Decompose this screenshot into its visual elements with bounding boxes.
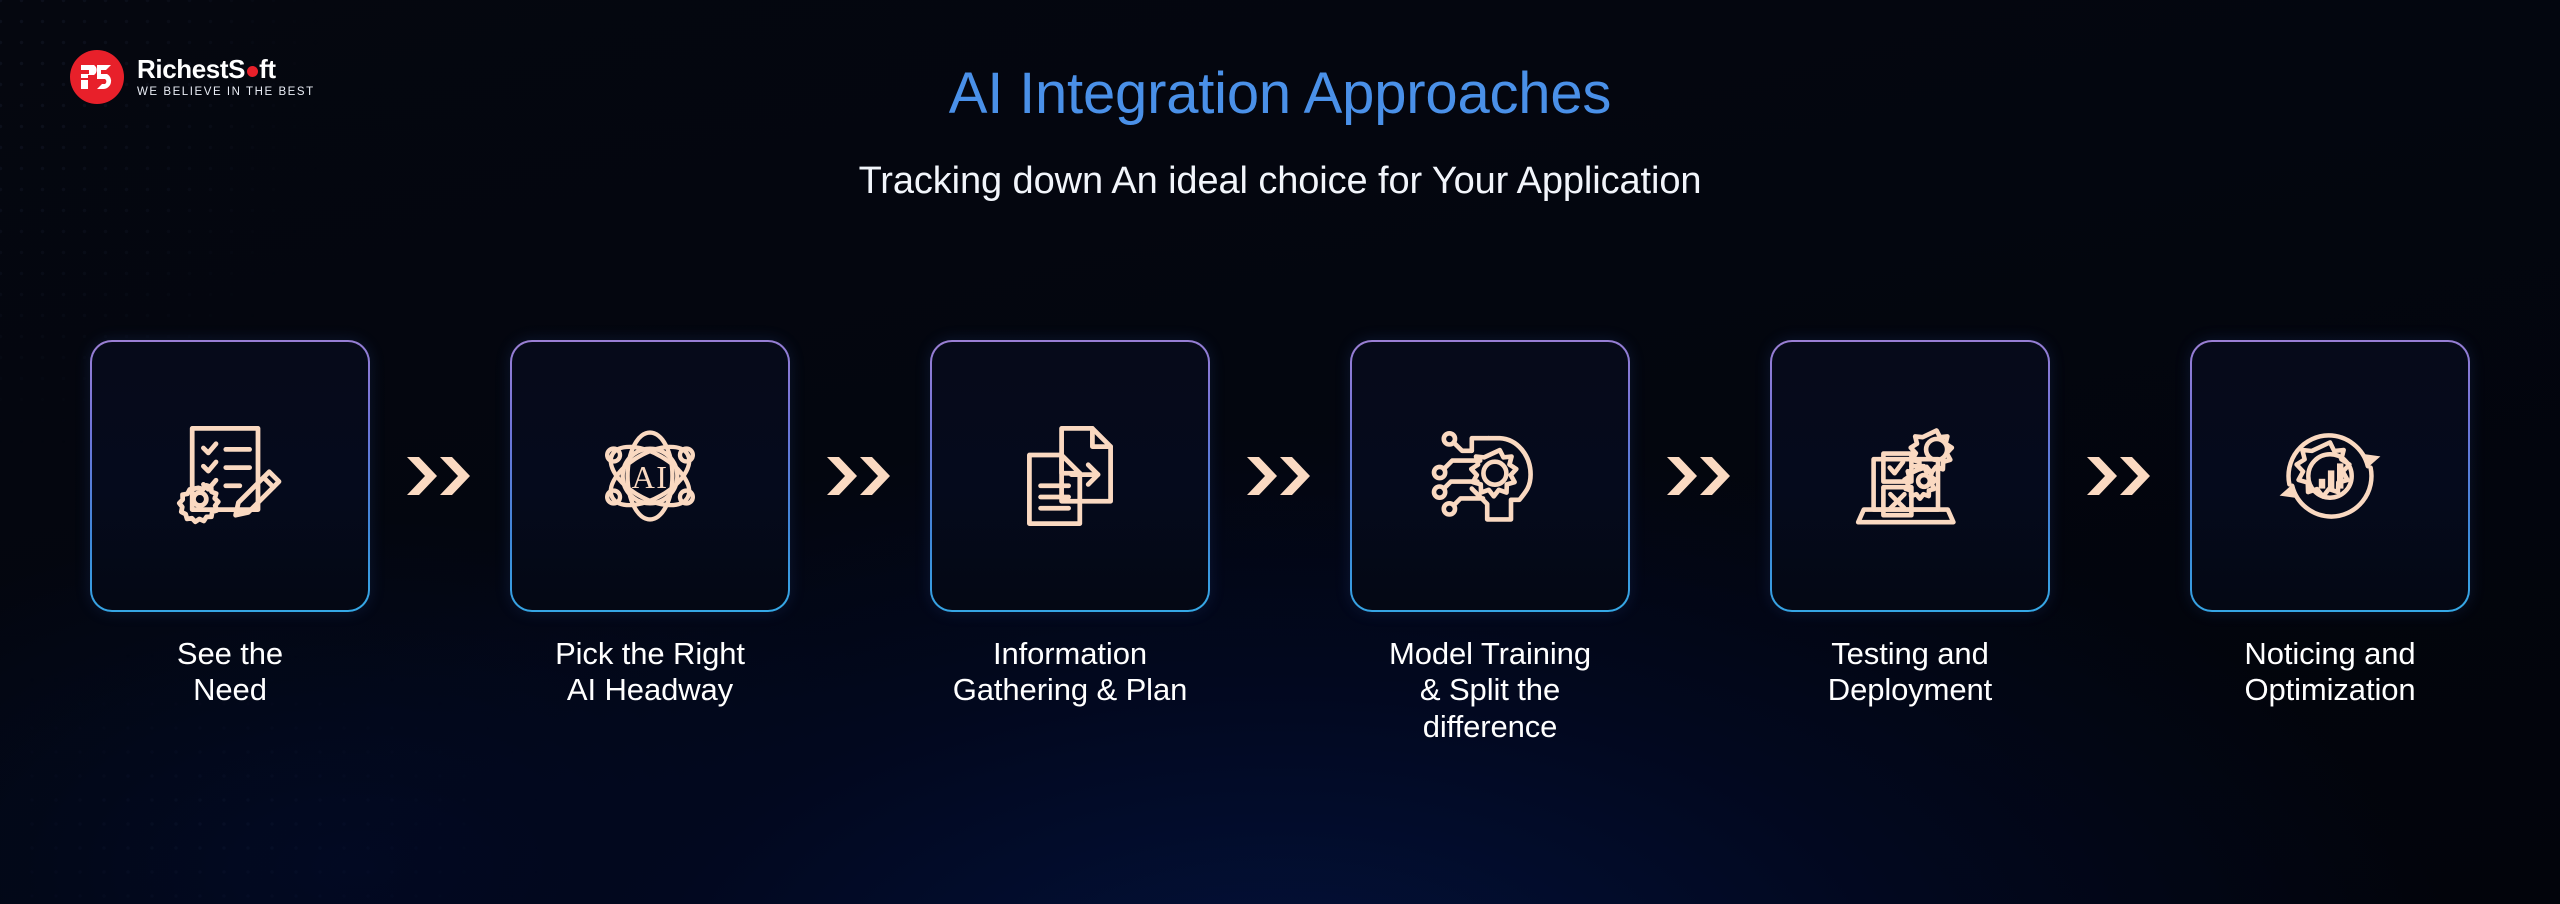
step-card-inner: AI xyxy=(512,342,788,610)
step-see-the-need[interactable]: See the Need xyxy=(90,340,370,709)
step-card[interactable] xyxy=(2190,340,2470,612)
process-steps-row: See the Need AI Pick the Right AI Headwa… xyxy=(0,340,2560,745)
step-label: Information Gathering & Plan xyxy=(952,636,1188,708)
chevron-pair xyxy=(2087,457,2150,495)
step-label: Pick the Right AI Headway xyxy=(555,636,745,708)
step-card[interactable]: AI xyxy=(510,340,790,612)
double-chevron-3-icon xyxy=(1210,340,1350,612)
step-card-inner xyxy=(932,342,1208,610)
head-gear-circuit-icon xyxy=(1431,430,1533,522)
double-chevron-4-icon xyxy=(1630,340,1770,612)
step-card[interactable] xyxy=(1770,340,2050,612)
laptop-test-gears-icon xyxy=(1855,428,1956,525)
step-model-training-and-split-the-difference[interactable]: Model Training & Split the difference xyxy=(1350,340,1630,745)
infographic-canvas: RichestS ft WE BELIEVE IN THE BEST AI Int… xyxy=(0,0,2560,904)
page-subtitle: Tracking down An ideal choice for Your A… xyxy=(858,160,1702,202)
step-card-inner xyxy=(1352,342,1628,610)
documents-transfer-icon xyxy=(1027,426,1113,526)
step-information-gathering-and-plan[interactable]: Information Gathering & Plan xyxy=(930,340,1210,709)
step-label: Testing and Deployment xyxy=(1827,636,1993,708)
step-label: Model Training & Split the difference xyxy=(1389,636,1591,744)
step-card-inner xyxy=(2192,342,2468,610)
ai-atom-icon: AI xyxy=(604,430,696,522)
step-noticing-and-optimization[interactable]: Noticing and Optimization xyxy=(2190,340,2470,709)
step-label: See the Need xyxy=(176,636,284,708)
chevron-pair xyxy=(827,457,890,495)
chevron-pair xyxy=(1667,457,1730,495)
page-title: AI Integration Approaches xyxy=(948,61,1612,126)
step-card[interactable] xyxy=(1350,340,1630,612)
double-chevron-5-icon xyxy=(2050,340,2190,612)
step-card-inner xyxy=(92,342,368,610)
chevron-pair xyxy=(407,457,470,495)
step-label: Noticing and Optimization xyxy=(2244,636,2416,708)
step-card[interactable] xyxy=(90,340,370,612)
svg-text:AI: AI xyxy=(632,459,669,495)
double-chevron-1-icon xyxy=(370,340,510,612)
step-card[interactable] xyxy=(930,340,1210,612)
step-pick-the-right-ai-headway[interactable]: AI Pick the Right AI Headway xyxy=(510,340,790,709)
gear-chart-refresh-icon xyxy=(2279,433,2381,519)
step-card-inner xyxy=(1772,342,2048,610)
step-testing-and-deployment[interactable]: Testing and Deployment xyxy=(1770,340,2050,709)
checklist-pencil-gear-icon xyxy=(176,426,282,525)
double-chevron-2-icon xyxy=(790,340,930,612)
chevron-pair xyxy=(1247,457,1310,495)
